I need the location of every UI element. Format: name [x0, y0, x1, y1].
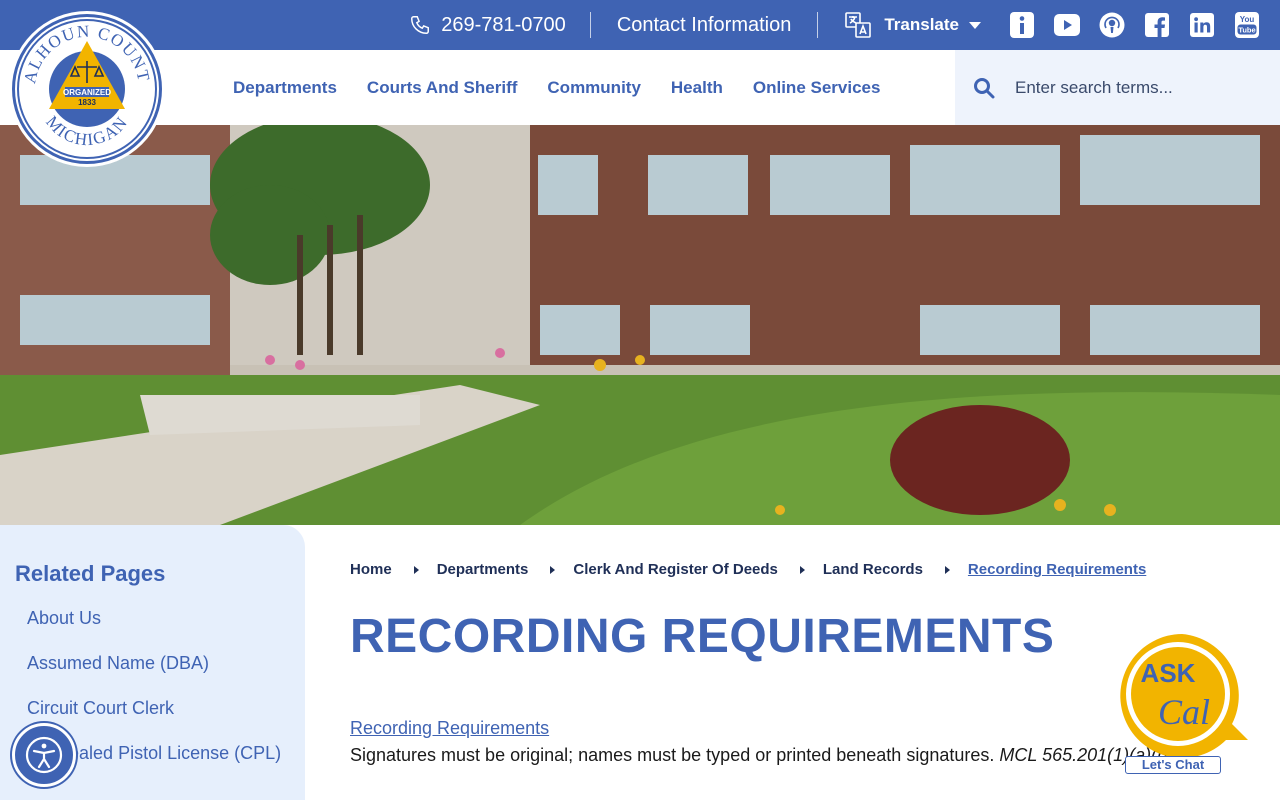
nav-item-departments[interactable]: Departments	[218, 78, 352, 98]
podcast-icon[interactable]	[1099, 12, 1125, 38]
youtube-logo-icon[interactable]: You Tube	[1234, 12, 1260, 38]
main-header: Departments Courts And Sheriff Community…	[0, 50, 1280, 125]
translate-label: Translate	[884, 15, 959, 34]
logo-year-text: 1833	[78, 98, 96, 107]
nav-item-health[interactable]: Health	[656, 78, 738, 98]
recording-requirements-link[interactable]: Recording Requirements	[350, 718, 549, 739]
translate-icon	[845, 12, 872, 38]
breadcrumb-departments[interactable]: Departments	[437, 561, 529, 578]
accessibility-button[interactable]	[12, 723, 76, 787]
nav-item-courts-and-sheriff[interactable]: Courts And Sheriff	[352, 78, 532, 98]
ask-cal-line2: Cal	[1158, 692, 1210, 732]
phone-link[interactable]: 269-781-0700	[409, 0, 590, 50]
breadcrumb-arrow-icon	[799, 565, 805, 574]
nav-item-online-services[interactable]: Online Services	[738, 78, 896, 98]
search-input[interactable]	[1015, 77, 1265, 98]
search-icon[interactable]	[973, 77, 995, 99]
breadcrumb-arrow-icon	[413, 565, 419, 574]
youtube-play-icon[interactable]	[1054, 12, 1080, 38]
translate-dropdown[interactable]: Translate	[818, 0, 1009, 50]
body-text: Signatures must be original; names must …	[350, 745, 995, 765]
breadcrumb-clerk-register-of-deeds[interactable]: Clerk And Register Of Deeds	[573, 561, 778, 578]
nav-item-community[interactable]: Community	[532, 78, 656, 98]
breadcrumb-home[interactable]: Home	[350, 561, 392, 578]
sidebar-item-assumed-name[interactable]: Assumed Name (DBA)	[27, 650, 281, 695]
svg-text:Tube: Tube	[1238, 26, 1255, 35]
county-logo[interactable]: CALHOUN COUNTY MICHIGAN ORGANIZED 1833	[8, 2, 162, 164]
chevron-down-icon	[969, 21, 981, 29]
related-pages-title: Related Pages	[15, 561, 166, 586]
svg-text:You: You	[1240, 15, 1255, 24]
breadcrumb-arrow-icon	[944, 565, 950, 574]
body-paragraph: Signatures must be original; names must …	[350, 745, 1194, 766]
ask-cal-chat-widget[interactable]: ASK Cal Let's Chat	[1114, 632, 1250, 777]
ask-cal-line1: ASK	[1141, 658, 1196, 688]
top-utility-bar: 269-781-0700 Contact Information Transla…	[0, 0, 1280, 50]
phone-number: 269-781-0700	[441, 13, 566, 36]
info-icon[interactable]	[1009, 12, 1035, 38]
sidebar-item-about-us[interactable]: About Us	[27, 605, 281, 650]
phone-icon	[411, 16, 430, 34]
lets-chat-button[interactable]: Let's Chat	[1125, 756, 1221, 774]
search-box	[955, 50, 1280, 125]
logo-organized-text: ORGANIZED	[63, 88, 111, 97]
breadcrumb-land-records[interactable]: Land Records	[823, 561, 923, 578]
social-links: You Tube	[1009, 12, 1260, 38]
linkedin-icon[interactable]	[1189, 12, 1215, 38]
facebook-icon[interactable]	[1144, 12, 1170, 38]
breadcrumb-arrow-icon	[550, 565, 556, 574]
breadcrumb-current[interactable]: Recording Requirements	[968, 561, 1146, 578]
hero-building-photo	[0, 125, 1280, 525]
accessibility-icon	[25, 736, 63, 774]
breadcrumb: Home Departments Clerk And Register Of D…	[350, 561, 1146, 578]
page-title: RECORDING REQUIREMENTS	[350, 610, 1055, 663]
main-navigation: Departments Courts And Sheriff Community…	[218, 50, 895, 125]
contact-information-link[interactable]: Contact Information	[591, 0, 818, 50]
